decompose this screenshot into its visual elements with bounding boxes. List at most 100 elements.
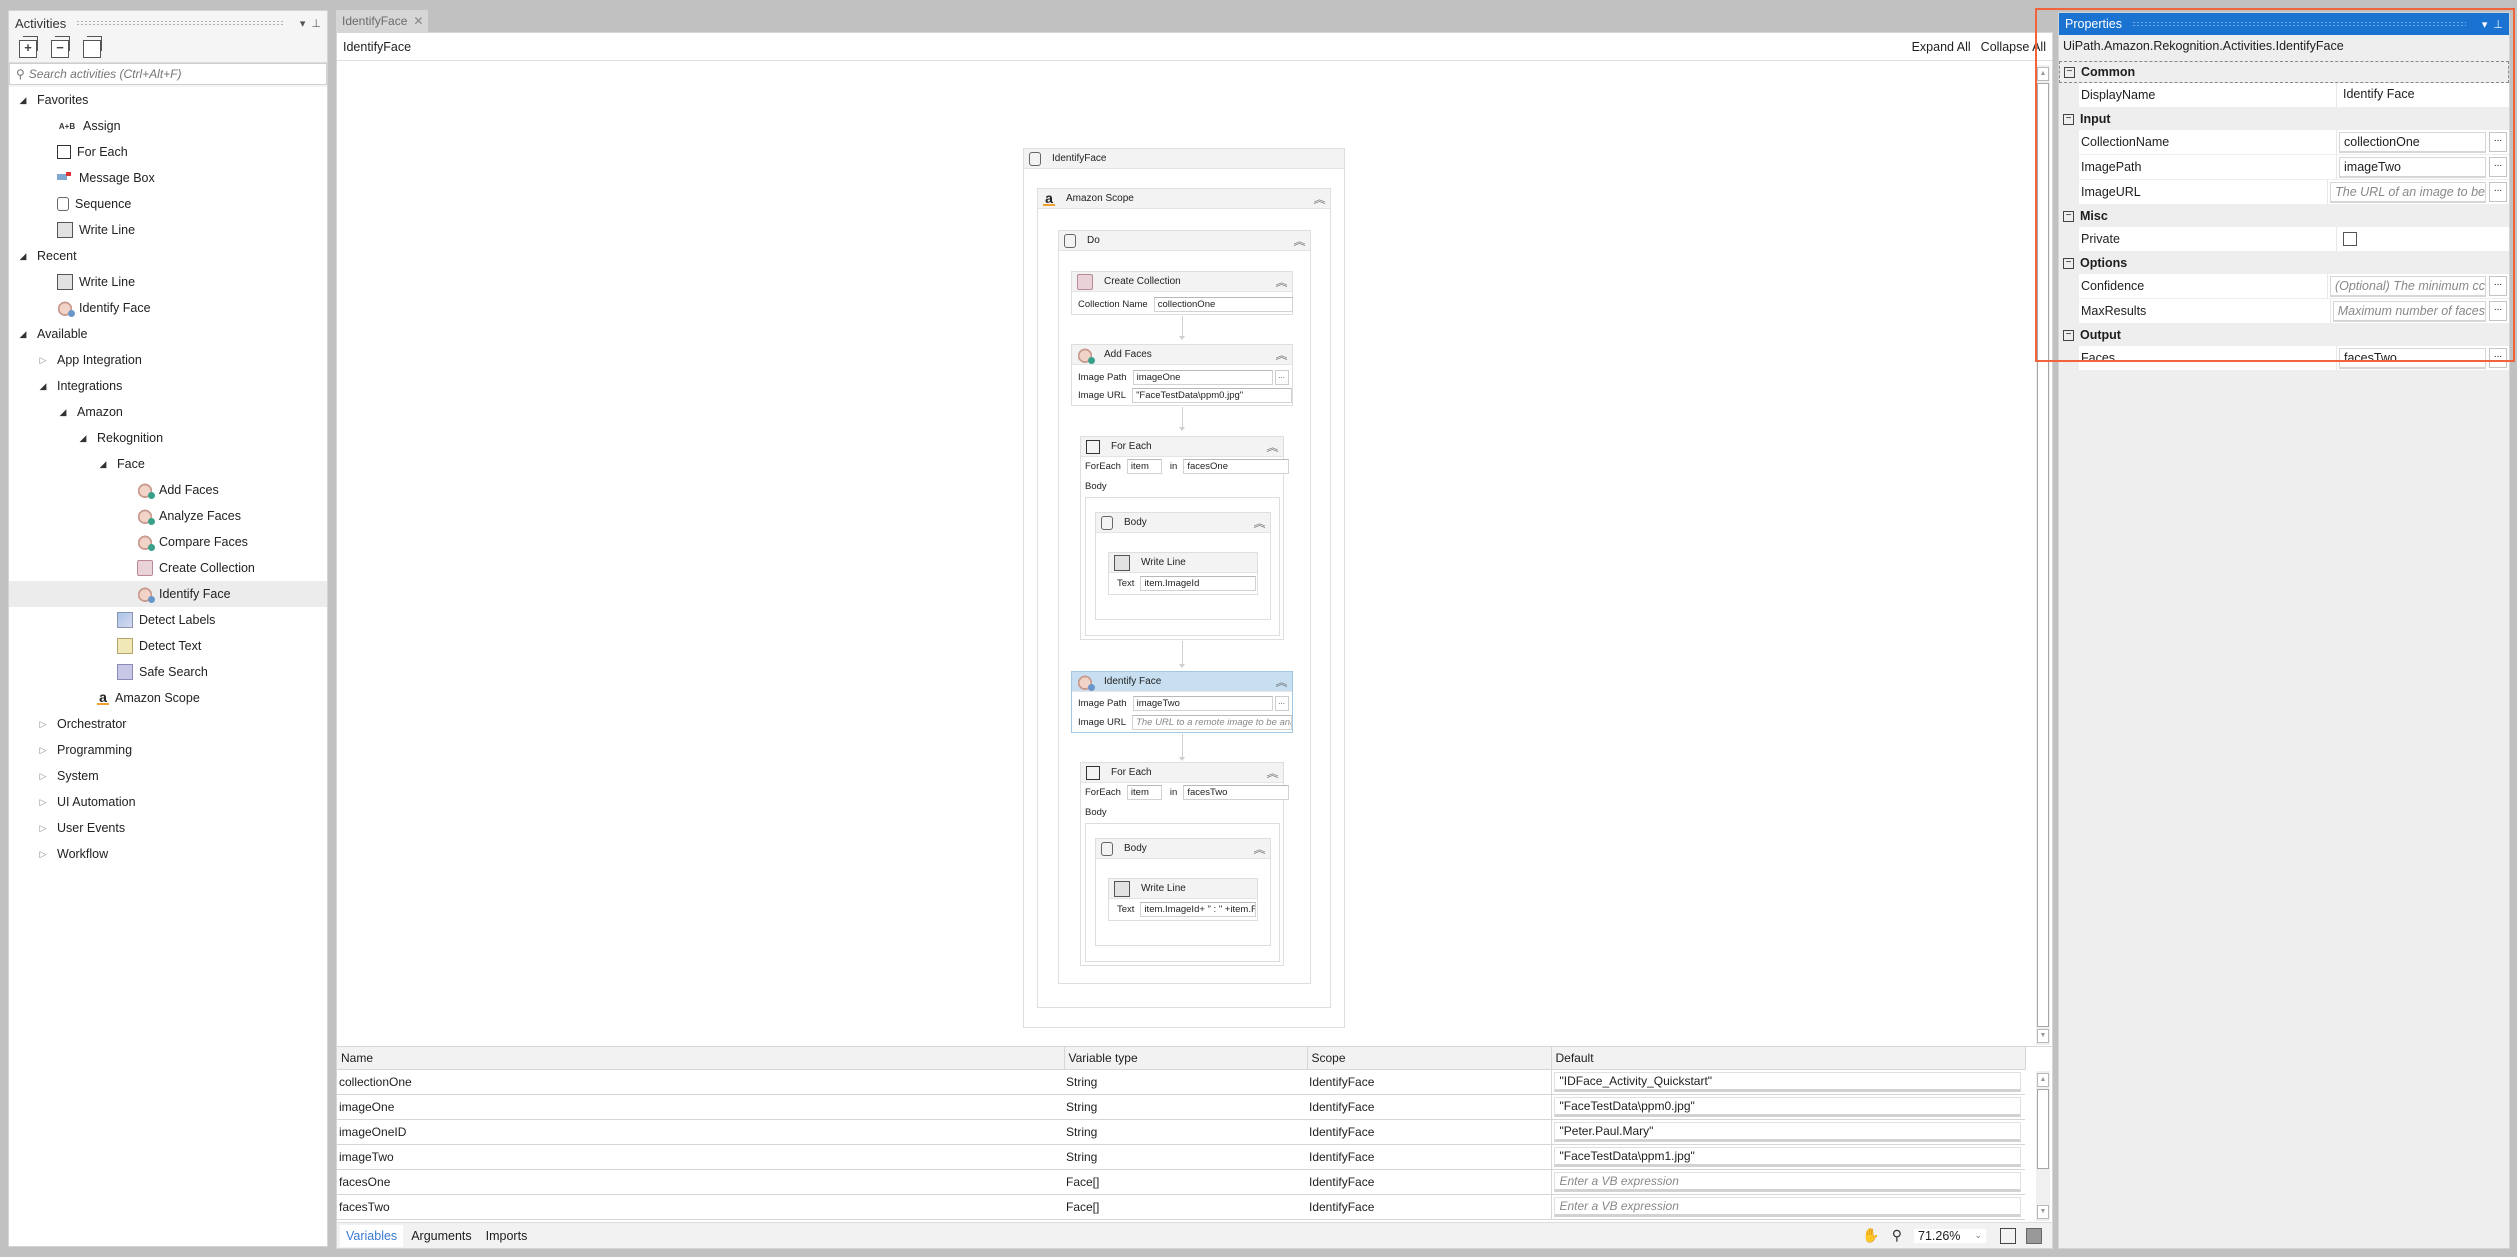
collapse-category-icon[interactable]: − (2063, 210, 2074, 222)
expanded-arrow-icon[interactable]: ◢ (17, 329, 29, 340)
variable-name[interactable]: collectionOne (337, 1069, 1064, 1095)
dropdown-icon[interactable]: ▾ (300, 17, 306, 30)
designer-canvas[interactable]: IdentifyFace a Amazon Scope ︽ Do ︽ Create C… (337, 62, 2034, 1042)
tab-imports[interactable]: Imports (480, 1225, 534, 1247)
variable-type[interactable]: String (1064, 1119, 1307, 1145)
collapse-icon[interactable]: ︽ (1314, 191, 1332, 206)
column-header-default[interactable]: Default (1551, 1047, 2026, 1070)
scroll-up-icon[interactable]: ▲ (2037, 67, 2049, 81)
activity-write-line[interactable]: Write Line Text item.ImageId (1108, 552, 1258, 595)
collapsed-arrow-icon[interactable]: ▷ (37, 797, 49, 808)
scroll-down-icon[interactable]: ▼ (2037, 1205, 2049, 1219)
collapse-icon[interactable]: ︽ (1267, 765, 1285, 780)
column-header-variable-type[interactable]: Variable type (1064, 1047, 1308, 1070)
column-header-scope[interactable]: Scope (1307, 1047, 1552, 1070)
tree-item-rekognition[interactable]: ◢ Rekognition (9, 425, 327, 451)
variable-type[interactable]: Face[] (1064, 1169, 1307, 1195)
variable-name[interactable]: imageTwo (337, 1144, 1064, 1170)
collapsed-arrow-icon[interactable]: ▷ (37, 719, 49, 730)
expression-editor-button[interactable]: ... (2489, 132, 2507, 152)
tree-item-amazon-scope[interactable]: a Amazon Scope (9, 685, 327, 711)
collapse-category-icon[interactable]: − (2063, 113, 2074, 125)
variable-row[interactable]: imageOneID String IdentifyFace "Peter.Paul.… (337, 1119, 2025, 1145)
collapse-all-link[interactable]: Collapse All (1981, 40, 2046, 54)
variable-default-input[interactable]: Enter a VB expression (1553, 1196, 2021, 1217)
tree-item-favorites[interactable]: ◢ Favorites (9, 87, 327, 113)
tree-item-integrations[interactable]: ◢ Integrations (9, 373, 327, 399)
tree-item-write-line[interactable]: Write Line (9, 217, 327, 243)
expanded-arrow-icon[interactable]: ◢ (97, 459, 109, 470)
drag-grip[interactable] (76, 20, 284, 26)
category-options[interactable]: − Options (2059, 252, 2509, 274)
sequence-body[interactable]: Body ︽ Write Line Text item.ImageId+ " : … (1095, 838, 1271, 946)
ellipsis-button[interactable]: ... (1274, 370, 1289, 385)
variable-default-input[interactable]: "Peter.Paul.Mary" (1553, 1121, 2021, 1142)
variable-type[interactable]: String (1064, 1094, 1307, 1120)
variable-row[interactable]: imageOne String IdentifyFace "FaceTestData\… (337, 1094, 2025, 1120)
pin-icon[interactable]: ⊥ (311, 17, 321, 30)
collapse-category-icon[interactable]: − (2063, 257, 2074, 269)
collapse-category-icon[interactable]: − (2064, 66, 2075, 78)
zoom-magnifier-icon[interactable]: ⚲ (1892, 1227, 1902, 1244)
maxresults-input[interactable]: Maximum number of faces (2332, 300, 2486, 322)
fit-to-screen-icon[interactable] (2000, 1227, 2016, 1244)
column-header-name[interactable]: Name (337, 1047, 1065, 1070)
collapse-icon[interactable]: ︽ (1254, 841, 1272, 856)
variable-default-input[interactable]: "FaceTestData\ppm1.jpg" (1553, 1146, 2021, 1167)
dropdown-icon[interactable]: ▾ (2482, 18, 2488, 31)
pin-icon[interactable]: ⊥ (2493, 18, 2503, 31)
collection-input[interactable]: facesTwo (1183, 785, 1290, 800)
variable-name[interactable]: imageOneID (337, 1119, 1064, 1145)
activity-create-collection[interactable]: Create Collection ︽ Collection Name colle… (1071, 271, 1293, 315)
tree-item-compare-faces[interactable]: Compare Faces (9, 529, 327, 555)
collapse-icon[interactable]: ︽ (1276, 274, 1294, 289)
variable-scope[interactable]: IdentifyFace (1307, 1144, 1551, 1170)
collapsed-arrow-icon[interactable]: ▷ (37, 823, 49, 834)
tree-item-for-each[interactable]: For Each (9, 139, 327, 165)
scroll-thumb[interactable] (2037, 1089, 2049, 1169)
expand-all-link[interactable]: Expand All (1912, 40, 1971, 54)
collection-name-input[interactable]: collectionOne (1153, 297, 1293, 312)
faces-input[interactable]: facesTwo (2339, 347, 2486, 369)
variable-scope[interactable]: IdentifyFace (1307, 1194, 1551, 1220)
document-tab[interactable]: IdentifyFace ✕ (336, 10, 428, 32)
tree-item-recent[interactable]: ◢ Recent (9, 243, 327, 269)
tree-item-user-events[interactable]: ▷ User Events (9, 815, 327, 841)
variable-name[interactable]: facesTwo (337, 1194, 1064, 1220)
expression-editor-button[interactable]: ... (2489, 182, 2507, 202)
collapse-category-icon[interactable]: − (2063, 329, 2074, 341)
variable-default-input[interactable]: "IDFace_Activity_Quickstart" (1553, 1071, 2021, 1092)
collapse-icon[interactable]: ︽ (1294, 233, 1312, 248)
collapse-icon[interactable]: ︽ (1276, 674, 1294, 689)
variable-default-input[interactable]: Enter a VB expression (1553, 1171, 2021, 1192)
expanded-arrow-icon[interactable]: ◢ (77, 433, 89, 444)
scroll-up-icon[interactable]: ▲ (2037, 1073, 2049, 1087)
expand-all-icon[interactable]: + (19, 35, 38, 58)
image-path-input[interactable]: imageTwo (1132, 696, 1273, 711)
image-url-input[interactable]: "FaceTestData\ppm0.jpg" (1132, 388, 1293, 403)
collapse-all-icon[interactable]: − (51, 35, 70, 58)
drag-grip[interactable] (2131, 21, 2466, 27)
activity-for-each-1[interactable]: For Each ︽ ForEach item in facesOne Body … (1080, 436, 1290, 640)
variable-row[interactable]: facesTwo Face[] IdentifyFace Enter a VB exp… (337, 1194, 2025, 1220)
activities-search[interactable]: ⚲ (9, 63, 327, 85)
image-url-input[interactable]: The URL to a remote image to be analysed (1132, 715, 1293, 730)
activity-add-faces[interactable]: Add Faces ︽ Image Path imageOne ... Image… (1071, 344, 1293, 406)
tree-item-identify-face[interactable]: Identify Face (9, 581, 327, 607)
expanded-arrow-icon[interactable]: ◢ (37, 381, 49, 392)
private-checkbox[interactable] (2343, 232, 2357, 246)
activity-write-line[interactable]: Write Line Text item.ImageId+ " : " +ite… (1108, 878, 1258, 921)
tree-item-app-integration[interactable]: ▷ App Integration (9, 347, 327, 373)
collapsed-arrow-icon[interactable]: ▷ (37, 355, 49, 366)
tree-item-amazon[interactable]: ◢ Amazon (9, 399, 327, 425)
variable-type[interactable]: String (1064, 1144, 1307, 1170)
copy-icon[interactable] (83, 35, 102, 58)
tree-item-detect-text[interactable]: Detect Text (9, 633, 327, 659)
hand-pan-icon[interactable]: ✋ (1862, 1227, 1879, 1244)
tree-item-orchestrator[interactable]: ▷ Orchestrator (9, 711, 327, 737)
variable-scope[interactable]: IdentifyFace (1307, 1094, 1551, 1120)
variables-scrollbar[interactable]: ▲ ▼ (2036, 1071, 2050, 1221)
overview-icon[interactable] (2026, 1227, 2042, 1244)
sequence-body[interactable]: Body ︽ Write Line Text item.ImageId (1095, 512, 1271, 620)
variable-name[interactable]: imageOne (337, 1094, 1064, 1120)
